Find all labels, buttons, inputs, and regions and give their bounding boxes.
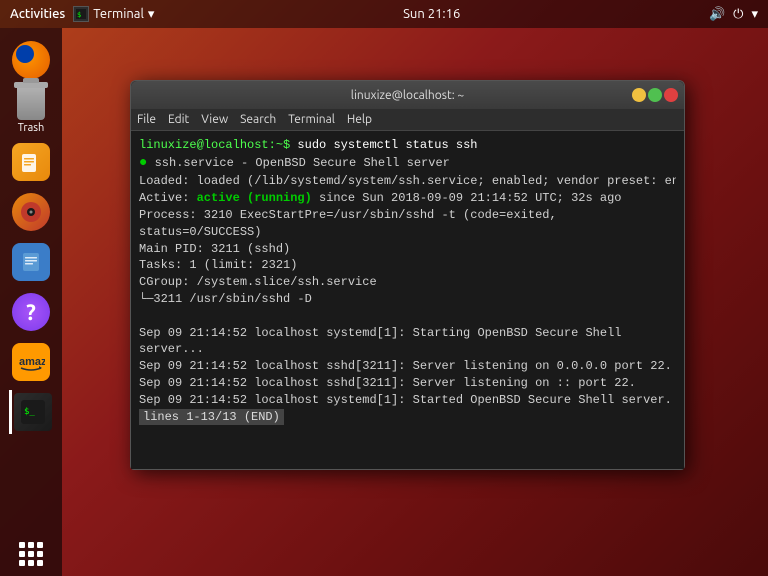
- firefox-icon: [12, 41, 50, 79]
- log-line-1: Sep 09 21:14:52 localhost systemd[1]: St…: [139, 325, 676, 359]
- volume-icon[interactable]: 🔊: [709, 7, 725, 22]
- active-suffix: since Sun 2018-09-09 21:14:52 UTC; 32s a…: [312, 191, 622, 205]
- sidebar-item-music[interactable]: [9, 190, 53, 234]
- text-editor-icon: [12, 243, 50, 281]
- window-controls: [632, 88, 678, 102]
- svg-text:$_: $_: [24, 407, 35, 417]
- menu-view[interactable]: View: [201, 113, 228, 126]
- sidebar-item-text-editor[interactable]: [9, 240, 53, 284]
- spacer-line: [139, 308, 676, 325]
- app-menu[interactable]: $ Terminal ▾: [73, 6, 154, 22]
- lines-indicator-line: lines 1-13/13 (END): [139, 409, 676, 426]
- files-icon: [12, 143, 50, 181]
- sidebar: Trash: [0, 28, 62, 576]
- active-line: Active: active (running) since Sun 2018-…: [139, 190, 676, 207]
- amazon-icon: amazon: [12, 343, 50, 381]
- cgroup-detail-line: └─3211 /usr/sbin/sshd -D: [139, 291, 676, 308]
- terminal-window: linuxize@localhost: ~ File Edit View Sea…: [130, 80, 685, 470]
- svg-text:$: $: [77, 11, 81, 19]
- command-prompt-line: linuxize@localhost:~$ sudo systemctl sta…: [139, 137, 676, 154]
- menu-help[interactable]: Help: [347, 113, 372, 126]
- music-icon: [12, 193, 50, 231]
- grid-dots: [19, 542, 43, 566]
- top-bar-left: Activities $ Terminal ▾: [10, 6, 154, 22]
- svg-text:amazon: amazon: [19, 356, 45, 368]
- power-arrow[interactable]: ▾: [751, 7, 758, 22]
- log-line-4: Sep 09 21:14:52 localhost systemd[1]: St…: [139, 392, 676, 409]
- help-icon: ?: [12, 293, 50, 331]
- app-name-label: Terminal: [93, 7, 144, 21]
- sidebar-item-trash[interactable]: Trash: [17, 88, 45, 134]
- power-icon[interactable]: ⏻: [733, 7, 743, 22]
- main-pid-line: Main PID: 3211 (sshd): [139, 241, 676, 258]
- command-text: sudo systemctl status ssh: [290, 138, 477, 152]
- close-button[interactable]: [664, 88, 678, 102]
- tasks-line: Tasks: 1 (limit: 2321): [139, 257, 676, 274]
- sidebar-item-files[interactable]: [9, 140, 53, 184]
- sidebar-item-help[interactable]: ?: [9, 290, 53, 334]
- menu-search[interactable]: Search: [240, 113, 276, 126]
- app-grid-button[interactable]: [19, 542, 43, 566]
- terminal-titlebar: linuxize@localhost: ~: [131, 81, 684, 109]
- loaded-line: Loaded: loaded (/lib/systemd/system/ssh.…: [139, 173, 676, 190]
- menu-edit[interactable]: Edit: [168, 113, 189, 126]
- terminal-icon: $_: [14, 393, 52, 431]
- sidebar-item-firefox[interactable]: [9, 38, 53, 82]
- top-bar: Activities $ Terminal ▾ Sun 21:16 🔊 ⏻ ▾: [0, 0, 768, 28]
- menu-terminal[interactable]: Terminal: [288, 113, 335, 126]
- prompt: linuxize@localhost:~$: [139, 138, 290, 152]
- sidebar-item-amazon[interactable]: amazon: [9, 340, 53, 384]
- sidebar-item-terminal[interactable]: $_: [9, 390, 53, 434]
- cgroup-line: CGroup: /system.slice/ssh.service: [139, 274, 676, 291]
- clock: Sun 21:16: [403, 7, 460, 21]
- process-line: Process: 3210 ExecStartPre=/usr/sbin/ssh…: [139, 207, 676, 241]
- lines-indicator: lines 1-13/13 (END): [139, 409, 284, 426]
- active-status: active (running): [197, 191, 312, 205]
- service-status-line: ● ssh.service - OpenBSD Secure Shell ser…: [139, 154, 676, 174]
- terminal-content[interactable]: linuxize@localhost:~$ sudo systemctl sta…: [131, 131, 684, 469]
- activities-button[interactable]: Activities: [10, 7, 65, 21]
- service-name-text: ssh.service - OpenBSD Secure Shell serve…: [147, 156, 449, 170]
- app-menu-arrow: ▾: [148, 7, 155, 22]
- menu-file[interactable]: File: [137, 113, 156, 126]
- terminal-menubar: File Edit View Search Terminal Help: [131, 109, 684, 131]
- log-line-2: Sep 09 21:14:52 localhost sshd[3211]: Se…: [139, 358, 676, 375]
- system-tray: 🔊 ⏻ ▾: [709, 7, 758, 22]
- minimize-button[interactable]: [632, 88, 646, 102]
- maximize-button[interactable]: [648, 88, 662, 102]
- active-prefix: Active:: [139, 191, 197, 205]
- terminal-app-icon: $: [73, 6, 89, 22]
- log-line-3: Sep 09 21:14:52 localhost sshd[3211]: Se…: [139, 375, 676, 392]
- trash-label: Trash: [18, 122, 45, 134]
- trash-icon: [17, 88, 45, 120]
- terminal-title: linuxize@localhost: ~: [351, 89, 464, 102]
